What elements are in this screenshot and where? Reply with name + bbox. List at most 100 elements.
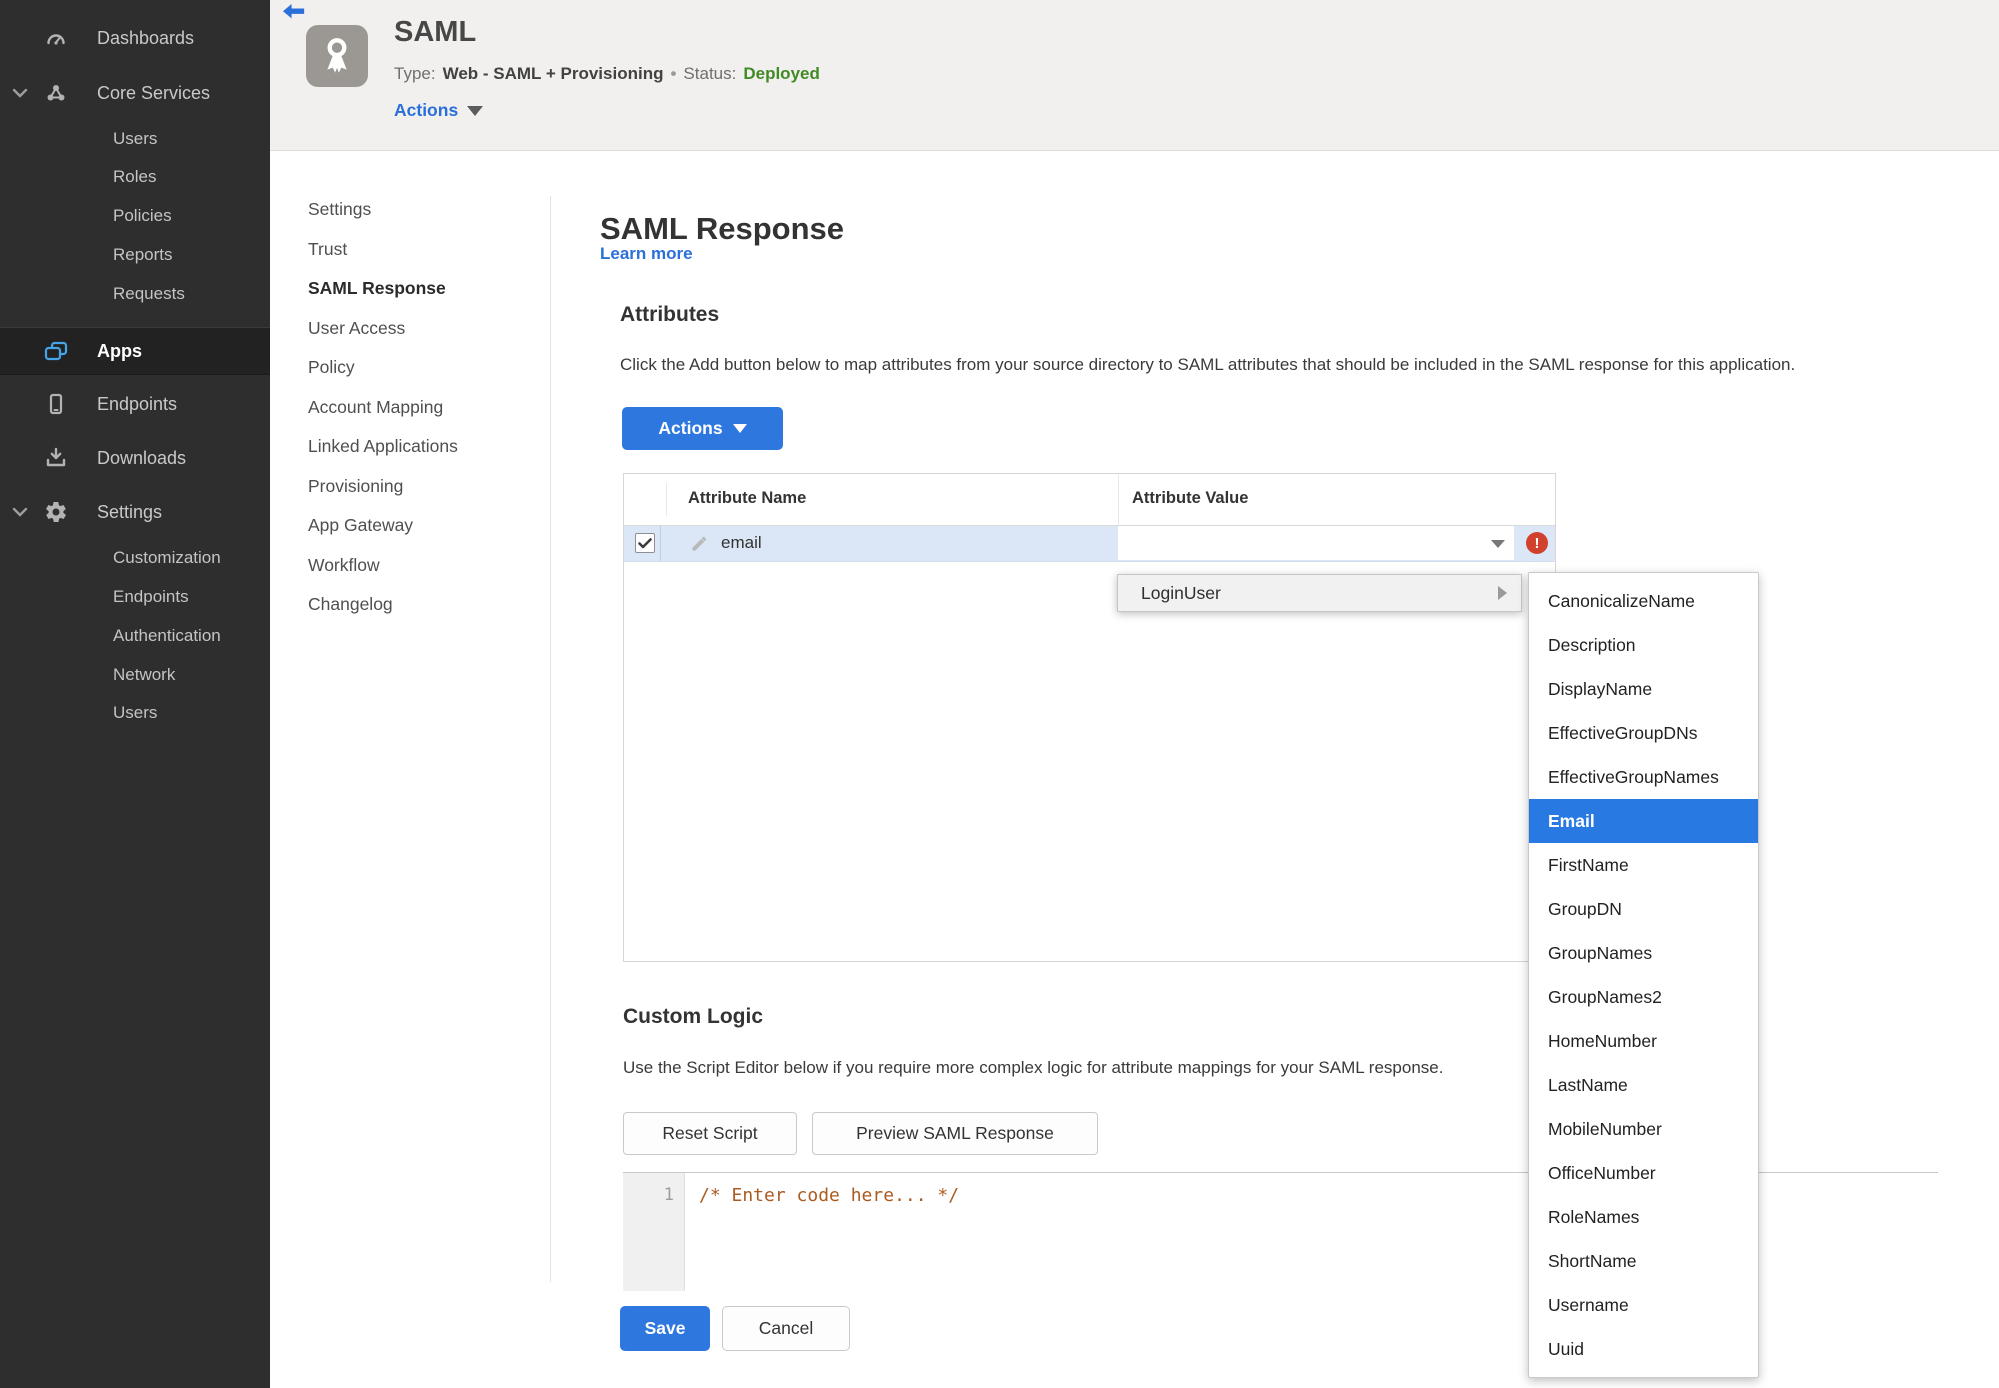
- menu-item-groupdn[interactable]: GroupDN: [1529, 887, 1758, 931]
- apps-icon: [42, 339, 70, 363]
- menu-item-lastname[interactable]: LastName: [1529, 1063, 1758, 1107]
- actions-label: Actions: [394, 100, 459, 120]
- sidebar-item-label: Authentication: [113, 626, 221, 645]
- sidebar-item-core-services[interactable]: Core Services: [0, 73, 270, 113]
- status-label: Status:: [683, 64, 737, 83]
- attribute-name-cell: email: [721, 533, 762, 552]
- menu-item-firstname[interactable]: FirstName: [1529, 843, 1758, 887]
- sidebar-item-downloads[interactable]: Downloads: [0, 438, 270, 478]
- attributes-actions-button[interactable]: Actions: [622, 407, 783, 450]
- sidebar-item-label: Settings: [97, 501, 163, 522]
- dot-separator: •: [670, 64, 677, 83]
- submenu-arrow-icon: [1498, 586, 1507, 600]
- menu-item-displayname[interactable]: DisplayName: [1529, 667, 1758, 711]
- sidebar-item-label: Users: [113, 703, 158, 722]
- editor-code[interactable]: /* Enter code here... */: [699, 1185, 959, 1206]
- status-badge: Deployed: [743, 64, 820, 83]
- sidebar-item-requests[interactable]: Requests: [0, 277, 270, 311]
- menu-item-email[interactable]: Email: [1529, 799, 1758, 843]
- sidebar: Dashboards Core Services Users Roles Pol…: [0, 0, 270, 1388]
- sidebar-item-dashboards[interactable]: Dashboards: [0, 18, 270, 58]
- tab-provisioning[interactable]: Provisioning: [308, 467, 458, 507]
- menu-item-description[interactable]: Description: [1529, 623, 1758, 667]
- sidebar-item-apps[interactable]: Apps: [0, 327, 270, 375]
- app-window: Dashboards Core Services Users Roles Pol…: [0, 0, 1999, 1388]
- page-title: SAML: [394, 16, 477, 48]
- type-value: Web - SAML + Provisioning: [442, 64, 664, 83]
- sidebar-item-network[interactable]: Network: [0, 658, 270, 692]
- saml-app-icon: [306, 25, 368, 87]
- attribute-value-dropdown[interactable]: [1118, 526, 1514, 560]
- custom-logic-description: Use the Script Editor below if you requi…: [623, 1058, 1444, 1077]
- chevron-down-icon: [12, 88, 28, 98]
- core-services-icon: [42, 81, 70, 105]
- learn-more-link[interactable]: Learn more: [600, 244, 693, 264]
- sidebar-item-settings-endpoints[interactable]: Endpoints: [0, 580, 270, 614]
- menu-item-groupnames[interactable]: GroupNames: [1529, 931, 1758, 975]
- sidebar-item-customization[interactable]: Customization: [0, 541, 270, 575]
- actions-button-label: Actions: [658, 418, 723, 438]
- tab-saml-response[interactable]: SAML Response: [308, 269, 458, 309]
- cancel-label: Cancel: [758, 1318, 814, 1338]
- sidebar-item-roles[interactable]: Roles: [0, 160, 270, 194]
- app-header: SAML Type: Web - SAML + Provisioning • S…: [270, 0, 1999, 151]
- chevron-down-icon: [12, 507, 28, 517]
- header-actions-menu[interactable]: Actions: [394, 100, 484, 121]
- sidebar-item-reports[interactable]: Reports: [0, 238, 270, 272]
- preview-saml-response-label: Preview SAML Response: [856, 1123, 1054, 1143]
- menu-item-groupnames2[interactable]: GroupNames2: [1529, 975, 1758, 1019]
- sidebar-item-label: Users: [113, 129, 158, 148]
- gauge-icon: [42, 26, 70, 50]
- sidebar-item-settings-users[interactable]: Users: [0, 696, 270, 730]
- context-menu-label: LoginUser: [1141, 582, 1221, 603]
- app-meta: Type: Web - SAML + Provisioning • Status…: [394, 64, 820, 84]
- save-button[interactable]: Save: [620, 1306, 710, 1351]
- custom-logic-heading: Custom Logic: [623, 1005, 763, 1028]
- tab-user-access[interactable]: User Access: [308, 309, 458, 349]
- menu-item-rolenames[interactable]: RoleNames: [1529, 1195, 1758, 1239]
- dropdown-caret-icon: [1491, 540, 1505, 548]
- tab-linked-applications[interactable]: Linked Applications: [308, 427, 458, 467]
- sidebar-item-label: Endpoints: [97, 393, 178, 414]
- sidebar-item-endpoints[interactable]: Endpoints: [0, 384, 270, 424]
- menu-item-username[interactable]: Username: [1529, 1283, 1758, 1327]
- table-row[interactable]: email !: [624, 526, 1555, 562]
- sidebar-item-label: Customization: [113, 548, 221, 567]
- menu-item-effectivegroupnames[interactable]: EffectiveGroupNames: [1529, 755, 1758, 799]
- tab-policy[interactable]: Policy: [308, 348, 458, 388]
- sidebar-item-policies[interactable]: Policies: [0, 199, 270, 233]
- column-header-attribute-name: Attribute Name: [688, 489, 807, 507]
- app-subnav: Settings Trust SAML Response User Access…: [308, 190, 458, 625]
- menu-item-shortname[interactable]: ShortName: [1529, 1239, 1758, 1283]
- menu-item-canonicalizename[interactable]: CanonicalizeName: [1529, 579, 1758, 623]
- tab-settings[interactable]: Settings: [308, 190, 458, 230]
- sidebar-item-label: Reports: [113, 245, 173, 264]
- menu-item-officenumber[interactable]: OfficeNumber: [1529, 1151, 1758, 1195]
- menu-item-effectivegroupdns[interactable]: EffectiveGroupDNs: [1529, 711, 1758, 755]
- reset-script-button[interactable]: Reset Script: [623, 1112, 797, 1155]
- tab-app-gateway[interactable]: App Gateway: [308, 506, 458, 546]
- context-menu-loginuser[interactable]: LoginUser: [1117, 574, 1522, 612]
- section-title: SAML Response: [600, 210, 845, 246]
- preview-saml-response-button[interactable]: Preview SAML Response: [812, 1112, 1098, 1155]
- type-label: Type:: [394, 64, 436, 83]
- sidebar-item-settings[interactable]: Settings: [0, 492, 270, 532]
- tab-workflow[interactable]: Workflow: [308, 546, 458, 586]
- row-checkbox[interactable]: [635, 533, 655, 553]
- menu-item-homenumber[interactable]: HomeNumber: [1529, 1019, 1758, 1063]
- sidebar-item-label: Policies: [113, 206, 172, 225]
- tab-trust[interactable]: Trust: [308, 230, 458, 270]
- tab-changelog[interactable]: Changelog: [308, 585, 458, 625]
- edit-pencil-icon[interactable]: [690, 533, 710, 558]
- sidebar-item-label: Requests: [113, 284, 185, 303]
- menu-item-uuid[interactable]: Uuid: [1529, 1327, 1758, 1371]
- sidebar-item-label: Apps: [97, 340, 142, 361]
- back-arrow-icon[interactable]: [283, 4, 307, 21]
- cancel-button[interactable]: Cancel: [722, 1306, 850, 1351]
- attributes-table: Attribute Name Attribute Value email !: [623, 473, 1556, 962]
- sidebar-item-authentication[interactable]: Authentication: [0, 619, 270, 653]
- sidebar-item-users[interactable]: Users: [0, 122, 270, 156]
- menu-item-mobilenumber[interactable]: MobileNumber: [1529, 1107, 1758, 1151]
- gear-icon: [42, 500, 70, 524]
- tab-account-mapping[interactable]: Account Mapping: [308, 388, 458, 428]
